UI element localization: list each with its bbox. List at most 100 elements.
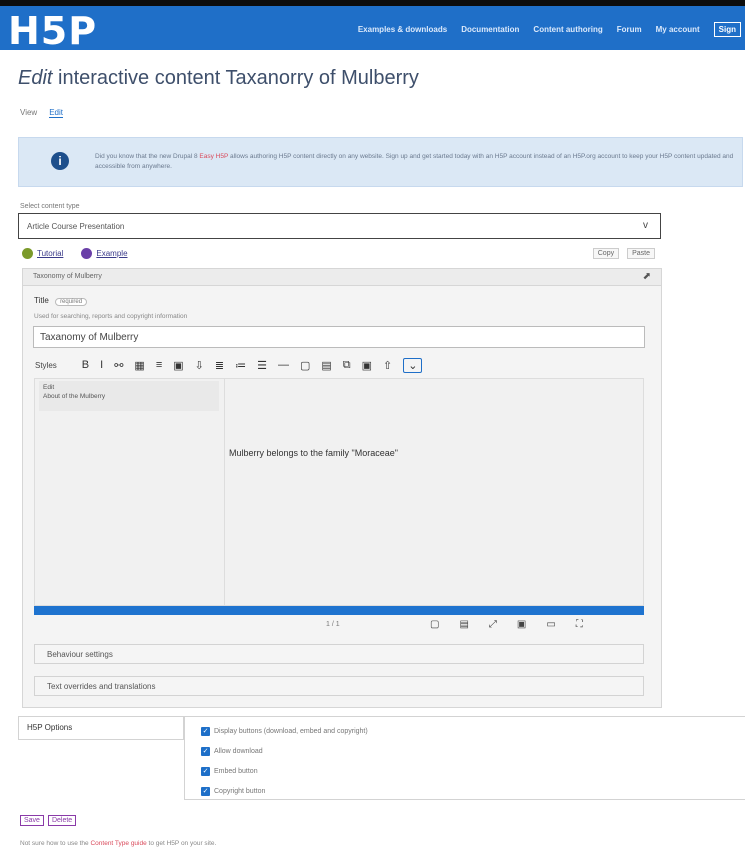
option-label: Embed button [214,768,258,775]
checkbox-checked-icon[interactable]: ✓ [201,727,210,736]
save-button[interactable]: Save [20,815,44,826]
example-icon [81,248,93,259]
slide-sidebar: Edit About of the Mulberry [35,379,225,607]
sign-in-button[interactable]: Sign [713,22,741,37]
title-input-value: Taxanomy of Mulberry [40,332,139,343]
paste-button[interactable]: Paste [627,248,655,259]
slide-item-title: About of the Mulberry [43,393,106,400]
title-field-label: Title required [34,296,88,306]
option-display-buttons[interactable]: ✓ Display buttons (download, embed and co… [201,727,368,736]
content-type-guide-link[interactable]: Content Type guide [90,840,146,847]
h5p-options-list: ✓ Display buttons (download, embed and co… [184,716,745,800]
nav-forum[interactable]: Forum [617,25,642,34]
example-link[interactable]: Example [81,248,128,259]
link-icon[interactable]: ⚯ [114,359,123,372]
info-message: i Did you know that the new Drupal 8 Eas… [18,137,743,187]
checkbox-checked-icon[interactable]: ✓ [201,767,210,776]
layout-icon[interactable]: ▭ [546,619,555,630]
page-indicator: 1 / 1 [326,621,340,628]
nav-examples[interactable]: Examples & downloads [358,25,447,34]
duplicate-icon[interactable]: ⧉ [343,359,351,372]
option-allow-download[interactable]: ✓ Allow download [201,747,263,756]
copy-paste-actions: Copy Paste [592,248,655,259]
panel-title: Taxonomy of Mulberry [33,273,102,280]
table-icon[interactable]: ▦ [134,359,144,372]
library-actions: Tutorial Example [22,248,128,259]
library-select-value: Article Course Presentation [27,222,125,231]
nav-documentation[interactable]: Documentation [461,25,519,34]
paragraph-icon[interactable]: ☰ [257,359,267,372]
option-label: Display buttons (download, embed and cop… [214,728,368,735]
expand-view-icon[interactable]: ⤢ [489,619,497,630]
tutorial-link[interactable]: Tutorial [22,248,63,259]
editor-canvas: Edit About of the Mulberry Mulberry belon… [34,378,644,607]
nav-content-authoring[interactable]: Content authoring [533,25,602,34]
info-link[interactable]: Easy H5P [199,153,228,160]
option-label: Copyright button [214,788,266,795]
notes-icon[interactable]: ▤ [459,619,468,630]
page-title-rest: interactive content Taxanorry of Mulberr… [52,67,419,89]
frame-icon[interactable]: ▢ [430,619,439,630]
more-icon[interactable]: ⌄ [403,357,423,373]
checkbox-checked-icon[interactable]: ✓ [201,747,210,756]
form-buttons: Save Delete [20,815,77,826]
library-select[interactable]: Article Course Presentation v [18,213,661,239]
image-icon[interactable]: ▣ [173,359,183,372]
nav-my-account[interactable]: My account [656,25,700,34]
delete-button[interactable]: Delete [47,815,77,826]
chevron-down-icon[interactable]: v [643,220,648,231]
info-text-a: Did you know that the new Drupal 8 [95,153,200,160]
align-icon[interactable]: ≡ [156,359,162,371]
tab-view[interactable]: View [20,108,37,118]
numbered-list-icon[interactable]: ≔ [235,359,246,372]
text-overrides-label: Text overrides and translations [47,682,156,691]
slide-item[interactable]: Edit About of the Mulberry [39,381,219,411]
italic-icon[interactable]: I [100,359,103,371]
slide-item-edit: Edit [43,384,55,391]
expand-icon[interactable]: ⬈ [643,271,651,282]
copy-button[interactable]: Copy [592,248,620,259]
tab-edit[interactable]: Edit [49,108,63,118]
info-text: Did you know that the new Drupal 8 Easy … [95,152,735,172]
fullscreen-icon[interactable]: ⛶ [576,619,583,630]
h5p-options-title: H5P Options [27,723,73,732]
info-icon: i [51,152,69,170]
slide-view-icon[interactable]: ▣ [517,619,526,630]
bold-icon[interactable]: B [82,359,89,371]
required-badge: required [55,298,88,306]
slide-progress-bar[interactable] [34,606,644,615]
title-label-text: Title [34,296,49,305]
h5p-options-heading: H5P Options [18,716,184,740]
title-field-description: Used for searching, reports and copyrigh… [34,313,188,320]
option-embed-button[interactable]: ✓ Embed button [201,767,258,776]
styles-dropdown[interactable]: Styles [35,361,57,370]
text-overrides-collapser[interactable]: Text overrides and translations [34,676,644,696]
panel-header[interactable]: Taxonomy of Mulberry ⬈ [23,269,661,286]
editor-toolbar: Styles B I ⚯ ▦ ≡ ▣ ⇩ ≣ ≔ ☰ — ▢ ▤ ⧉ ▣ ⇧ ⌄ [35,354,633,376]
checkbox-checked-icon[interactable]: ✓ [201,787,210,796]
footer-note: Not sure how to use the Content Type gui… [20,840,216,847]
box-icon[interactable]: ▢ [300,359,310,372]
title-input[interactable]: Taxanomy of Mulberry [33,326,645,348]
media-icon[interactable]: ▣ [362,359,372,372]
download-icon[interactable]: ⇩ [195,359,204,372]
example-label: Example [96,249,128,258]
option-copyright-button[interactable]: ✓ Copyright button [201,787,265,796]
tutorial-label: Tutorial [37,249,64,258]
behaviour-settings-label: Behaviour settings [47,650,113,659]
grid-icon[interactable]: ▤ [321,359,331,372]
editor-bottom-bar: 1 / 1 ▢ ▤ ⤢ ▣ ▭ ⛶ [34,618,644,634]
library-label: Select content type [20,203,80,210]
footer-note-a: Not sure how to use the [20,840,91,847]
h5p-logo[interactable]: H5P [8,12,97,50]
behaviour-settings-collapser[interactable]: Behaviour settings [34,644,644,664]
page-title-em: Edit [18,67,53,89]
page-tabs: View Edit [20,108,63,118]
slide-content-text[interactable]: Mulberry belongs to the family "Moraceae… [229,448,398,458]
main-nav: Examples & downloads Documentation Conte… [358,22,741,37]
tutorial-icon [22,248,33,259]
option-label: Allow download [214,748,263,755]
list-icon[interactable]: ≣ [215,359,224,372]
upload-icon[interactable]: ⇧ [383,359,392,372]
divider-icon[interactable]: — [278,359,289,371]
